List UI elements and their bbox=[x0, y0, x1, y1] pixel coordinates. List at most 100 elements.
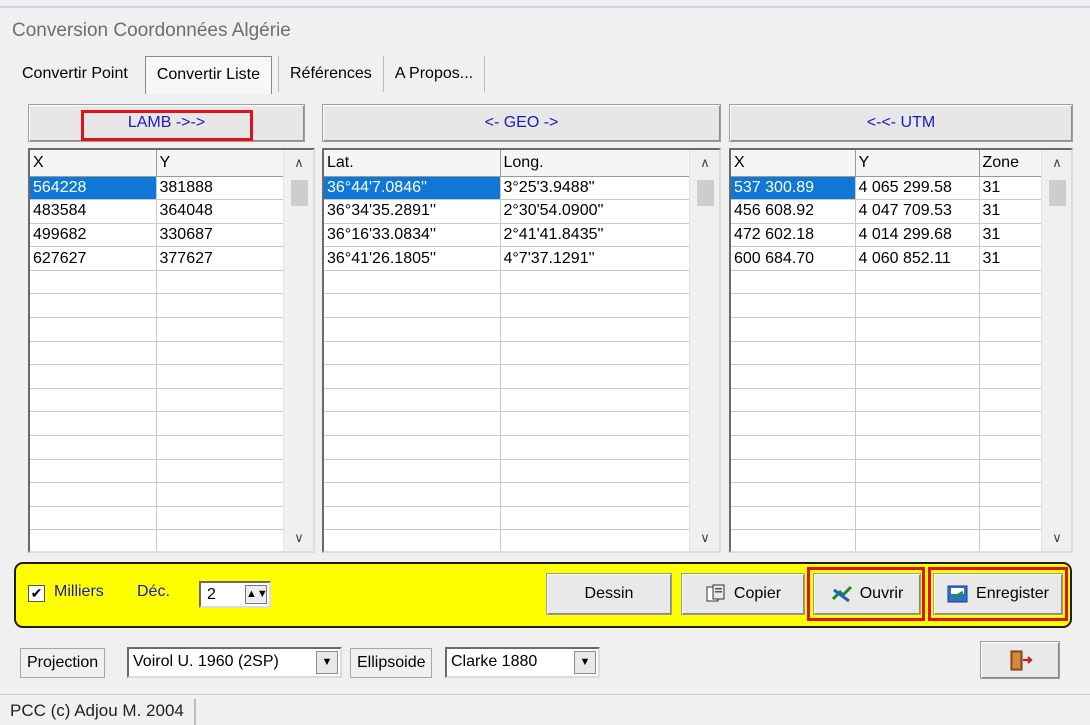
lamb-convert-button[interactable]: LAMB ->-> bbox=[28, 104, 305, 142]
empty-cell[interactable] bbox=[324, 364, 501, 389]
geo-cell[interactable]: 36°16'33.0834'' bbox=[324, 223, 501, 248]
projection-select[interactable]: Voirol U. 1960 (2SP) ▼ bbox=[127, 647, 342, 678]
utm-convert-button[interactable]: <-<- UTM bbox=[729, 104, 1073, 142]
decimals-spinner[interactable]: 2 ▲▼ bbox=[199, 581, 271, 608]
empty-cell[interactable] bbox=[731, 529, 856, 551]
copier-button[interactable]: Copier bbox=[681, 573, 805, 615]
empty-cell[interactable] bbox=[30, 506, 157, 531]
empty-cell[interactable] bbox=[324, 270, 501, 295]
empty-cell[interactable] bbox=[30, 529, 157, 551]
empty-cell[interactable] bbox=[324, 435, 501, 460]
lamb-cell[interactable]: 564228 bbox=[30, 176, 157, 201]
empty-cell[interactable] bbox=[30, 388, 157, 413]
empty-cell[interactable] bbox=[731, 435, 856, 460]
tab-convertir-liste[interactable]: Convertir Liste bbox=[144, 56, 272, 94]
utm-col-zone[interactable]: Zone bbox=[979, 150, 1045, 177]
empty-cell[interactable] bbox=[500, 293, 693, 319]
ellipsoide-select[interactable]: Clarke 1880 ▼ bbox=[445, 647, 600, 678]
geo-col-lat[interactable]: Lat. bbox=[324, 150, 501, 177]
empty-cell[interactable] bbox=[324, 459, 501, 484]
empty-cell[interactable] bbox=[156, 364, 287, 389]
empty-cell[interactable] bbox=[500, 459, 693, 484]
empty-cell[interactable] bbox=[855, 364, 980, 389]
utm-cell[interactable]: 31 bbox=[979, 176, 1045, 201]
utm-cell[interactable]: 31 bbox=[979, 199, 1045, 224]
empty-cell[interactable] bbox=[156, 293, 287, 319]
empty-cell[interactable] bbox=[979, 341, 1045, 366]
empty-cell[interactable] bbox=[500, 529, 693, 551]
empty-cell[interactable] bbox=[500, 506, 693, 531]
empty-cell[interactable] bbox=[30, 270, 157, 295]
empty-cell[interactable] bbox=[156, 459, 287, 484]
geo-scrollbar[interactable]: ∧ ∨ bbox=[689, 150, 719, 551]
empty-cell[interactable] bbox=[979, 388, 1045, 413]
utm-cell[interactable]: 4 014 299.68 bbox=[855, 223, 980, 248]
empty-cell[interactable] bbox=[979, 270, 1045, 295]
empty-cell[interactable] bbox=[979, 411, 1045, 437]
utm-cell[interactable]: 537 300.89 bbox=[731, 176, 856, 201]
tab-convertir-point[interactable]: Convertir Point bbox=[12, 56, 139, 92]
empty-cell[interactable] bbox=[731, 270, 856, 295]
utm-cell[interactable]: 456 608.92 bbox=[731, 199, 856, 224]
empty-cell[interactable] bbox=[500, 270, 693, 295]
exit-button[interactable] bbox=[980, 641, 1060, 679]
lamb-cell[interactable]: 381888 bbox=[156, 176, 287, 201]
table-row[interactable]: 36°16'33.0834'' 2°41'41.8435'' bbox=[324, 223, 693, 248]
scroll-up-icon[interactable]: ∧ bbox=[1042, 150, 1071, 176]
empty-cell[interactable] bbox=[30, 341, 157, 366]
utm-col-y[interactable]: Y bbox=[855, 150, 980, 177]
utm-scrollbar[interactable]: ∧ ∨ bbox=[1041, 150, 1071, 551]
empty-cell[interactable] bbox=[30, 459, 157, 484]
empty-cell[interactable] bbox=[30, 411, 157, 437]
empty-cell[interactable] bbox=[731, 411, 856, 437]
table-row[interactable]: 564228 381888 bbox=[30, 176, 287, 201]
lamb-cell[interactable]: 499682 bbox=[30, 223, 157, 248]
empty-cell[interactable] bbox=[855, 435, 980, 460]
scroll-up-icon[interactable]: ∧ bbox=[284, 150, 313, 176]
empty-cell[interactable] bbox=[855, 411, 980, 437]
empty-cell[interactable] bbox=[30, 364, 157, 389]
utm-cell[interactable]: 472 602.18 bbox=[731, 223, 856, 248]
empty-cell[interactable] bbox=[731, 317, 856, 342]
empty-cell[interactable] bbox=[156, 317, 287, 342]
table-row[interactable]: 483584 364048 bbox=[30, 199, 287, 224]
geo-cell[interactable]: 2°41'41.8435'' bbox=[500, 223, 693, 248]
tab-a-propos[interactable]: A Propos... bbox=[382, 56, 486, 92]
empty-cell[interactable] bbox=[156, 482, 287, 507]
spin-arrows-icon[interactable]: ▲▼ bbox=[245, 585, 268, 604]
geo-cell[interactable]: 36°34'35.2891'' bbox=[324, 199, 501, 224]
table-row[interactable]: 36°34'35.2891'' 2°30'54.0900'' bbox=[324, 199, 693, 224]
utm-col-x[interactable]: X bbox=[731, 150, 856, 177]
lamb-cell[interactable]: 627627 bbox=[30, 246, 157, 271]
empty-cell[interactable] bbox=[731, 482, 856, 507]
lamb-col-x[interactable]: X bbox=[30, 150, 157, 177]
empty-cell[interactable] bbox=[731, 506, 856, 531]
utm-cell[interactable]: 4 065 299.58 bbox=[855, 176, 980, 201]
empty-cell[interactable] bbox=[731, 341, 856, 366]
empty-cell[interactable] bbox=[979, 293, 1045, 319]
scroll-up-icon[interactable]: ∧ bbox=[690, 150, 719, 176]
geo-col-long[interactable]: Long. bbox=[500, 150, 693, 177]
empty-cell[interactable] bbox=[731, 364, 856, 389]
utm-cell[interactable]: 31 bbox=[979, 246, 1045, 271]
empty-cell[interactable] bbox=[30, 317, 157, 342]
empty-cell[interactable] bbox=[979, 459, 1045, 484]
utm-cell[interactable]: 4 060 852.11 bbox=[855, 246, 980, 271]
empty-cell[interactable] bbox=[500, 482, 693, 507]
dropdown-arrow-icon[interactable]: ▼ bbox=[316, 651, 338, 674]
empty-cell[interactable] bbox=[979, 435, 1045, 460]
dropdown-arrow-icon[interactable]: ▼ bbox=[574, 651, 596, 674]
geo-cell[interactable]: 36°44'7.0846'' bbox=[324, 176, 501, 201]
empty-cell[interactable] bbox=[324, 411, 501, 437]
scroll-thumb[interactable] bbox=[697, 180, 714, 206]
empty-cell[interactable] bbox=[979, 506, 1045, 531]
empty-cell[interactable] bbox=[855, 293, 980, 319]
empty-cell[interactable] bbox=[30, 293, 157, 319]
empty-cell[interactable] bbox=[324, 506, 501, 531]
empty-cell[interactable] bbox=[324, 388, 501, 413]
lamb-scrollbar[interactable]: ∧ ∨ bbox=[283, 150, 313, 551]
empty-cell[interactable] bbox=[855, 529, 980, 551]
empty-cell[interactable] bbox=[855, 270, 980, 295]
utm-cell[interactable]: 4 047 709.53 bbox=[855, 199, 980, 224]
empty-cell[interactable] bbox=[855, 388, 980, 413]
